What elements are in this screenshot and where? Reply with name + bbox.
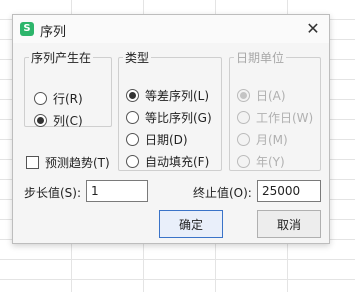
radio-circle[interactable] (34, 91, 47, 105)
series-in-group: 序列产生在 行(R) 列(C) (24, 49, 112, 129)
radio-type-linear[interactable]: 等差序列(L) (126, 86, 209, 104)
ok-button[interactable]: 确定 (159, 210, 223, 238)
radio-label: 等比序列(G) (145, 110, 212, 125)
dialog-titlebar: S 序列 ✕ (13, 15, 329, 43)
radio-circle-checked[interactable] (126, 88, 139, 102)
series-dialog: S 序列 ✕ 序列产生在 行(R) 列(C) 类型 等差序列(L) 等比序列(G… (12, 14, 330, 244)
trend-checkbox[interactable]: 预测趋势(T) (26, 153, 110, 171)
close-icon[interactable]: ✕ (303, 19, 323, 39)
radio-label: 自动填充(F) (145, 154, 210, 169)
radio-circle[interactable] (126, 132, 139, 146)
step-label: 步长值(S): (24, 186, 82, 200)
radio-type-growth[interactable]: 等比序列(G) (126, 108, 212, 126)
stop-label: 终止值(O): (193, 186, 252, 200)
type-group: 类型 等差序列(L) 等比序列(G) 日期(D) 自动填充(F) (118, 49, 222, 171)
stop-input[interactable] (257, 180, 321, 202)
dialog-title: 序列 (40, 25, 67, 40)
radio-label: 工作日(W) (256, 110, 314, 125)
cancel-button[interactable]: 取消 (257, 210, 321, 238)
checkbox-box[interactable] (26, 155, 39, 169)
checkbox-label: 预测趋势(T) (45, 155, 110, 170)
type-legend: 类型 (125, 51, 150, 65)
radio-circle (237, 110, 250, 124)
radio-label: 日(A) (256, 88, 286, 103)
radio-series-column[interactable]: 列(C) (34, 111, 83, 129)
wps-app-icon: S (20, 22, 34, 36)
radio-circle (237, 132, 250, 146)
radio-circle (237, 154, 250, 168)
radio-date-month: 月(M) (237, 130, 288, 148)
radio-circle[interactable] (126, 154, 139, 168)
radio-date-day: 日(A) (237, 86, 286, 104)
radio-date-year: 年(Y) (237, 152, 285, 170)
series-in-legend: 序列产生在 (31, 51, 92, 65)
radio-series-row[interactable]: 行(R) (34, 89, 83, 107)
radio-circle[interactable] (126, 110, 139, 124)
radio-label: 月(M) (256, 132, 288, 147)
radio-type-date[interactable]: 日期(D) (126, 130, 188, 148)
date-unit-group: 日期单位 日(A) 工作日(W) 月(M) 年(Y) (229, 49, 321, 171)
radio-label: 等差序列(L) (145, 88, 210, 103)
radio-label: 日期(D) (145, 132, 188, 147)
radio-type-autofill[interactable]: 自动填充(F) (126, 152, 209, 170)
step-input[interactable] (86, 180, 148, 202)
radio-circle-checked[interactable] (34, 113, 47, 127)
radio-date-weekday: 工作日(W) (237, 108, 313, 126)
radio-label: 年(Y) (256, 154, 285, 169)
radio-circle-checked (237, 88, 250, 102)
radio-label: 列(C) (53, 113, 83, 128)
radio-label: 行(R) (53, 91, 83, 106)
date-unit-legend: 日期单位 (236, 51, 285, 65)
